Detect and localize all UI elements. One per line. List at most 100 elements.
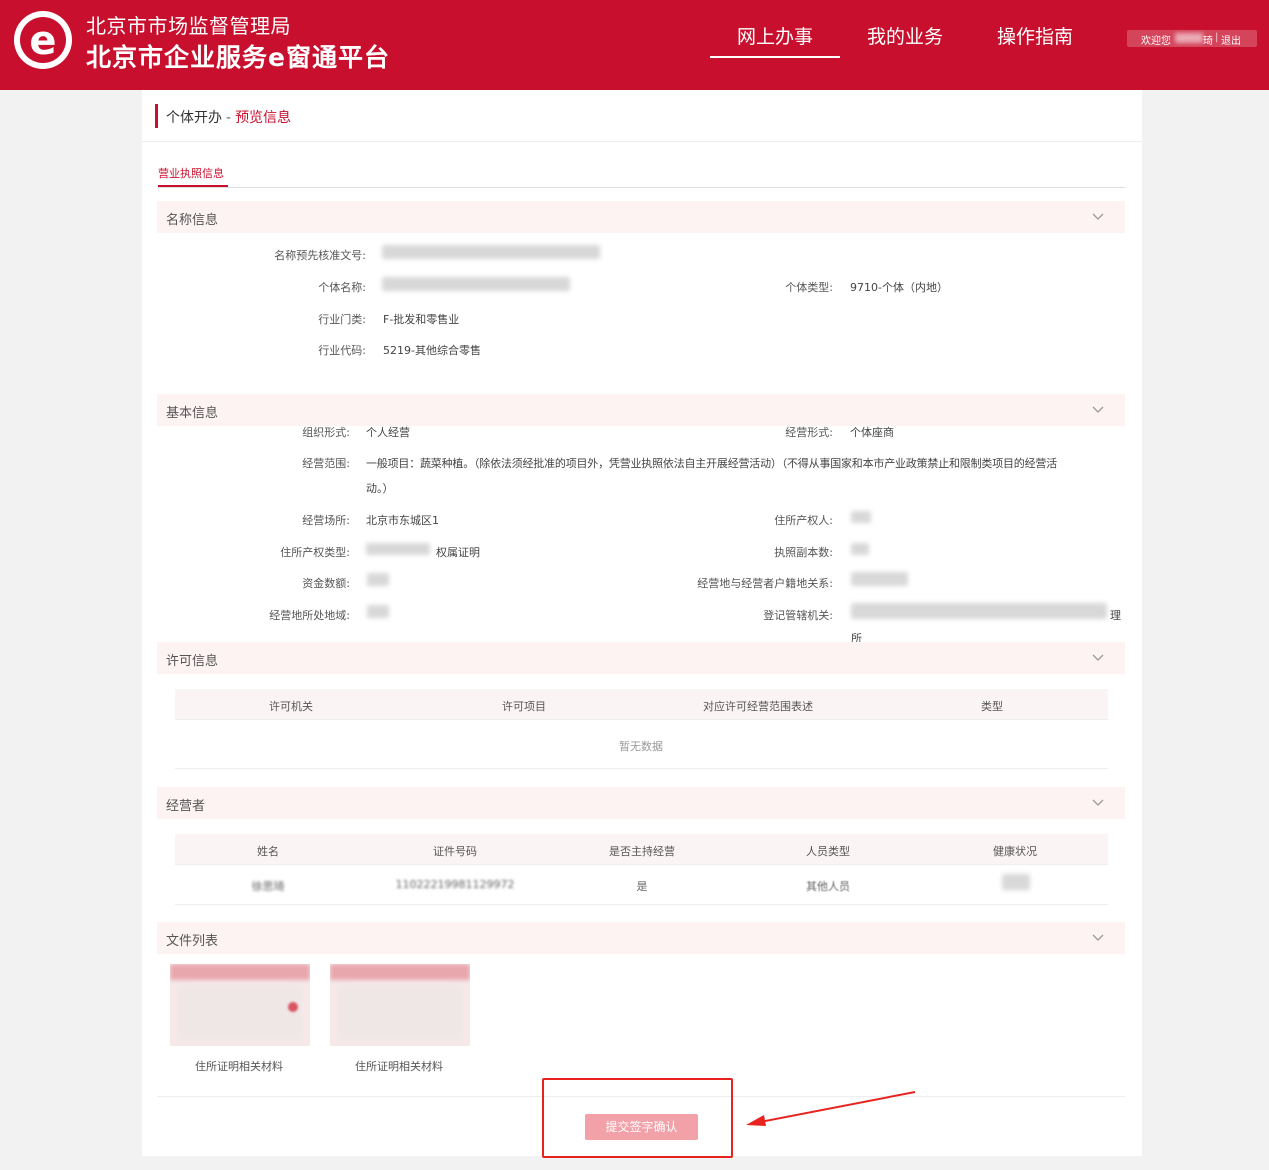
column-header: 类型: [981, 700, 1003, 713]
svg-text:e: e: [29, 18, 56, 64]
field-label-relation: 经营地与经营者户籍地关系:: [697, 577, 833, 590]
field-label-industry-category: 行业门类:: [318, 313, 366, 326]
field-label-authority: 登记管辖机关:: [763, 609, 833, 622]
thumbnail-content: [178, 986, 302, 1040]
table-divider: [175, 864, 1108, 865]
field-label-name: 个体名称:: [318, 281, 366, 294]
operator-id-no: 11022219981129972: [395, 878, 515, 891]
section-title: 文件列表: [166, 934, 219, 949]
breadcrumb-separator: -: [226, 110, 232, 126]
operator-is-host: 是: [636, 880, 648, 893]
field-value-industry-code: 5219-其他综合零售: [383, 344, 481, 357]
field-label-type: 个体类型:: [785, 281, 833, 294]
field-value-premises: 北京市东城区1: [366, 514, 439, 527]
section-header-basic-info[interactable]: 基本信息: [157, 394, 1125, 426]
user-name-tail: 琦: [1203, 36, 1213, 47]
divider: [142, 141, 1142, 142]
user-greeting: 欢迎您: [1141, 36, 1171, 47]
field-value-property-type: 权属证明: [436, 546, 480, 559]
file-caption-1: 住所证明相关材料: [195, 1060, 283, 1073]
redacted-approval-no: [382, 245, 600, 259]
section-header-files[interactable]: 文件列表: [157, 922, 1125, 954]
thumbnail-mark: [288, 1002, 298, 1012]
section-header-operator[interactable]: 经营者: [157, 787, 1125, 819]
thumbnail-band: [170, 964, 310, 980]
column-header: 健康状况: [993, 845, 1037, 858]
user-divider: |: [1215, 32, 1219, 43]
redacted-owner: [851, 511, 871, 523]
nav-guide[interactable]: 操作指南: [985, 22, 1085, 54]
field-label-org-form: 组织形式:: [302, 426, 350, 439]
redacted-property-type-prefix: [366, 543, 430, 555]
field-value-type: 9710-个体（内地）: [850, 281, 948, 294]
field-label-copies: 执照副本数:: [774, 546, 833, 559]
file-thumbnail-2[interactable]: [330, 964, 470, 1046]
field-label-industry-code: 行业代码:: [318, 344, 366, 357]
table-divider: [175, 904, 1108, 905]
field-value-biz-form: 个体座商: [850, 426, 894, 439]
section-header-license-info[interactable]: 许可信息: [157, 642, 1125, 674]
breadcrumb: 个体开办 - 预览信息: [166, 107, 291, 127]
section-header-name-info[interactable]: 名称信息: [157, 201, 1125, 233]
chevron-down-icon[interactable]: [1091, 402, 1105, 416]
annotation-highlight-box: [542, 1078, 733, 1158]
redacted-copies: [851, 543, 869, 555]
tab-divider: [158, 187, 1125, 188]
e-logo-icon: e: [14, 11, 72, 69]
chevron-down-icon[interactable]: [1091, 209, 1105, 223]
column-header: 许可项目: [502, 700, 546, 713]
redacted-relation: [851, 572, 908, 586]
section-title: 名称信息: [166, 213, 219, 228]
redacted-authority: [851, 603, 1107, 619]
field-label-scope: 经营范围:: [302, 457, 350, 470]
field-label-property-type: 住所产权类型:: [280, 546, 350, 559]
column-header: 姓名: [257, 845, 279, 858]
top-header: e 北京市市场监督管理局 北京市企业服务e窗通平台 网上办事 我的业务 操作指南…: [0, 0, 1269, 90]
operator-table-header: 姓名 证件号码 是否主持经营 人员类型 健康状况: [175, 834, 1108, 864]
field-label-owner: 住所产权人:: [774, 514, 833, 527]
thumbnail-band: [330, 964, 470, 980]
field-label-premises: 经营场所:: [302, 514, 350, 527]
chevron-down-icon[interactable]: [1091, 650, 1105, 664]
nav-online-service[interactable]: 网上办事: [710, 22, 840, 58]
field-value-authority-tail: 理: [1110, 609, 1121, 622]
breadcrumb-current: 预览信息: [235, 110, 292, 126]
breadcrumb-marker: [155, 104, 158, 128]
empty-state-text: 暂无数据: [619, 740, 663, 753]
thumbnail-content: [338, 986, 462, 1040]
user-name-redacted: [1175, 33, 1203, 43]
file-thumbnail-1[interactable]: [170, 964, 310, 1046]
field-value-org-form: 个人经营: [366, 426, 410, 439]
nav-my-business[interactable]: 我的业务: [855, 22, 955, 54]
column-header: 对应许可经营范围表述: [703, 700, 813, 713]
breadcrumb-root: 个体开办: [166, 110, 222, 126]
license-table-header: 许可机关 许可项目 对应许可经营范围表述 类型: [175, 689, 1108, 719]
section-title: 经营者: [166, 799, 206, 814]
table-divider: [175, 768, 1108, 769]
annotation-arrow-icon: [746, 1091, 916, 1126]
column-header: 是否主持经营: [609, 845, 675, 858]
field-label-capital: 资金数额:: [302, 577, 350, 590]
chevron-down-icon[interactable]: [1091, 795, 1105, 809]
section-title: 基本信息: [166, 406, 219, 421]
file-caption-2: 住所证明相关材料: [355, 1060, 443, 1073]
table-divider: [175, 719, 1108, 720]
section-title: 许可信息: [166, 654, 219, 669]
field-value-scope-line2: 动。）: [366, 482, 394, 495]
field-label-area: 经营地所处地域:: [269, 609, 350, 622]
field-value-scope-line1: 一般项目：蔬菜种植。（除依法须经批准的项目外，凭营业执照依法自主开展经营活动）（…: [366, 457, 1057, 470]
field-label-approval-no: 名称预先核准文号:: [274, 249, 366, 262]
logout-link[interactable]: 退出: [1221, 32, 1241, 47]
platform-name: 北京市企业服务e窗通平台: [86, 43, 390, 72]
column-header: 人员类型: [806, 845, 850, 858]
redacted-name: [382, 277, 570, 291]
redacted-area: [367, 605, 389, 618]
operator-name: 徐思琦: [251, 880, 285, 893]
column-header: 证件号码: [433, 845, 477, 858]
column-header: 许可机关: [269, 700, 313, 713]
field-label-biz-form: 经营形式:: [785, 426, 833, 439]
chevron-down-icon[interactable]: [1091, 930, 1105, 944]
redacted-capital: [367, 573, 389, 586]
tab-license-info[interactable]: 营业执照信息: [158, 165, 224, 181]
field-value-industry-category: F-批发和零售业: [383, 313, 460, 326]
